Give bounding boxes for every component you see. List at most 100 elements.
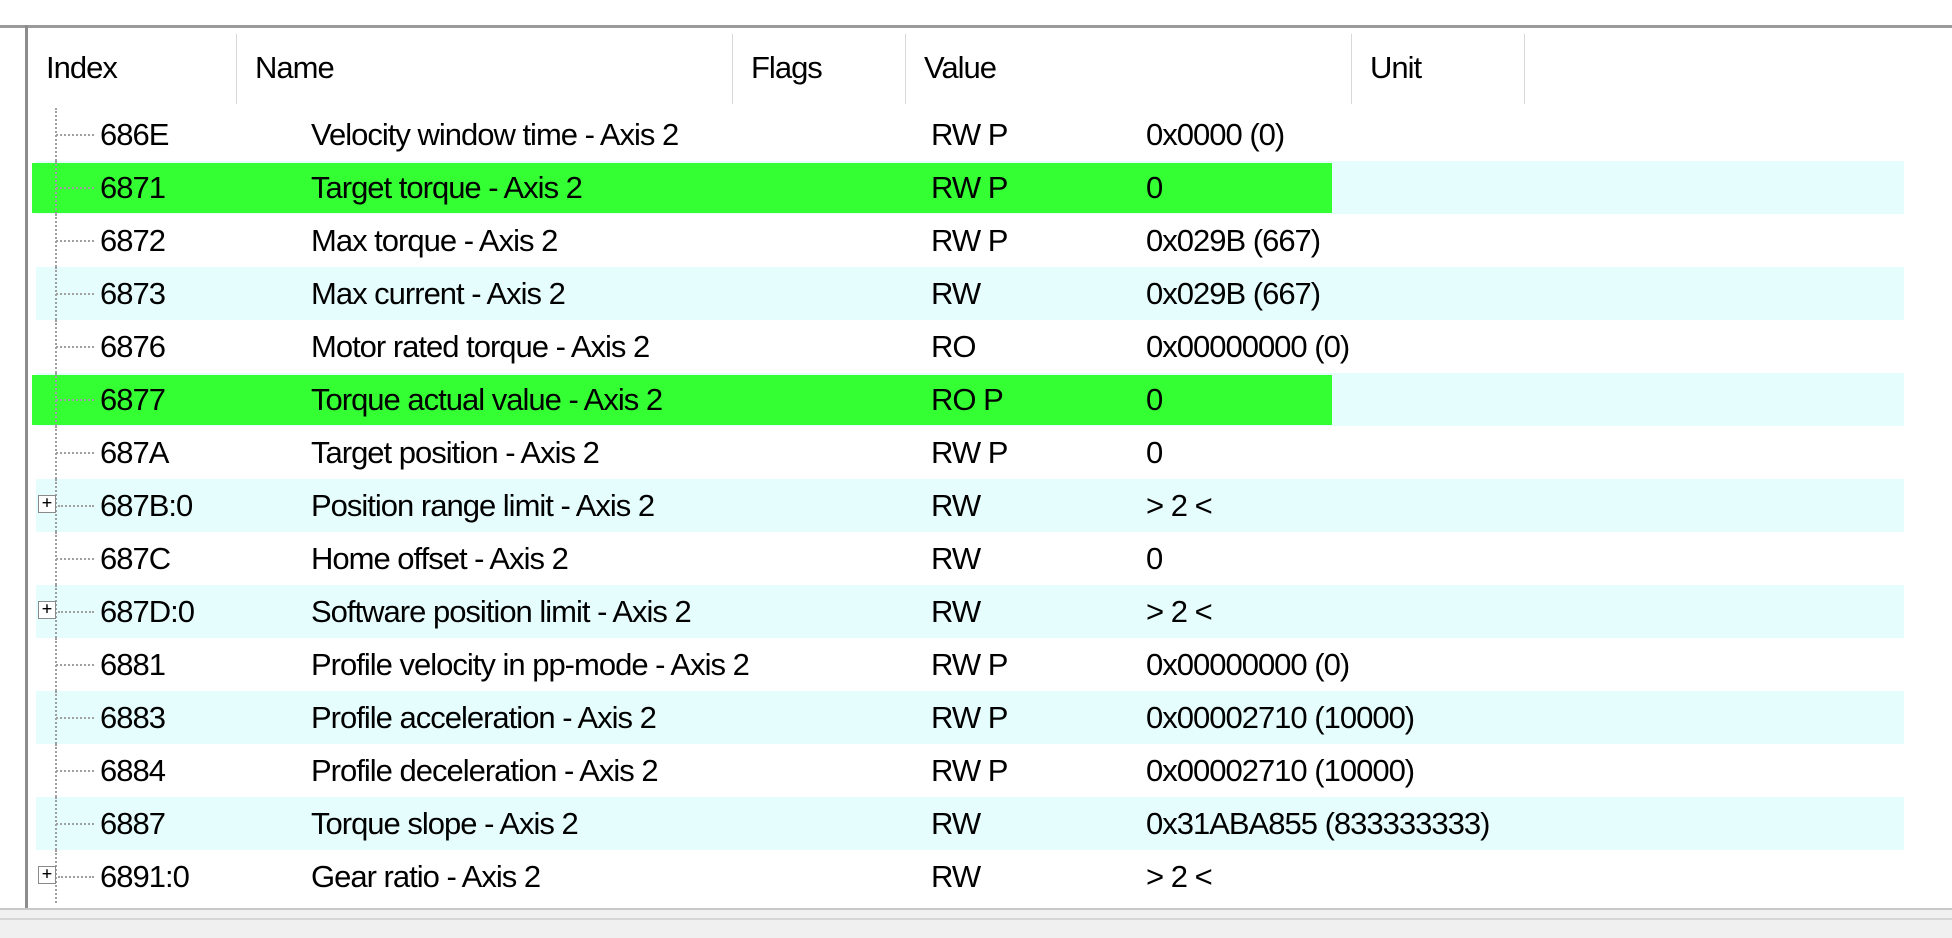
cell-name: Max torque - Axis 2 xyxy=(311,223,558,258)
list-rows: 686E Velocity window time - Axis 2 RW P 0x0… xyxy=(28,108,1952,903)
cell-index: 6877 xyxy=(100,382,166,417)
expand-icon[interactable]: + xyxy=(38,866,56,884)
cell-name: Gear ratio - Axis 2 xyxy=(311,859,541,894)
cell-flags: RW P xyxy=(931,117,1008,152)
column-header-value[interactable]: Value xyxy=(906,28,1351,108)
object-dictionary-list[interactable]: Index Name Flags Value Unit 686E Velocity… xyxy=(28,28,1952,908)
cell-flags: RW P xyxy=(931,170,1008,205)
table-row[interactable]: 6876 Motor rated torque - Axis 2 RO 0x00000… xyxy=(28,320,1952,373)
cell-value: > 2 < xyxy=(1146,859,1213,894)
table-row[interactable]: 687A Target position - Axis 2 RW P 0 xyxy=(28,426,1952,479)
tree-connector xyxy=(56,664,94,666)
table-row[interactable]: +687B:0 Position range limit - Axis 2 RW > … xyxy=(28,479,1952,532)
table-row[interactable]: 6881 Profile velocity in pp-mode - Axis 2… xyxy=(28,638,1952,691)
tree-connector xyxy=(56,823,94,825)
table-row[interactable]: 6873 Max current - Axis 2 RW 0x029B (667) xyxy=(28,267,1952,320)
cell-index: 6873 xyxy=(100,276,166,311)
cell-flags: RW P xyxy=(931,647,1008,682)
cell-value: 0x31ABA855 (833333333) xyxy=(1146,806,1490,841)
table-row[interactable]: 6871 Target torque - Axis 2 RW P 0 xyxy=(28,161,1952,214)
cell-index: 687B:0 xyxy=(100,488,193,523)
cell-name: Max current - Axis 2 xyxy=(311,276,566,311)
cell-index: 6883 xyxy=(100,700,166,735)
cell-index: 6891:0 xyxy=(100,859,190,894)
tree-connector xyxy=(58,876,94,878)
cell-flags: RW P xyxy=(931,223,1008,258)
cell-flags: RW xyxy=(931,594,981,629)
cell-index: 6887 xyxy=(100,806,166,841)
cell-flags: RO P xyxy=(931,382,1004,417)
cell-name: Home offset - Axis 2 xyxy=(311,541,569,576)
cell-flags: RW P xyxy=(931,700,1008,735)
cell-name: Software position limit - Axis 2 xyxy=(311,594,692,629)
expand-icon[interactable]: + xyxy=(38,601,56,619)
column-header-unit[interactable]: Unit xyxy=(1352,28,1524,108)
cell-index: 687D:0 xyxy=(100,594,195,629)
cell-value: 0x00000000 (0) xyxy=(1146,647,1350,682)
horizontal-scroll-area[interactable] xyxy=(0,908,1952,938)
tree-connector xyxy=(56,293,94,295)
tree-connector xyxy=(56,717,94,719)
table-row[interactable]: 6872 Max torque - Axis 2 RW P 0x029B (667) xyxy=(28,214,1952,267)
tree-connector xyxy=(56,346,94,348)
cell-value: 0x00002710 (10000) xyxy=(1146,700,1415,735)
cell-value: 0 xyxy=(1146,435,1163,470)
cell-value: 0x029B (667) xyxy=(1146,276,1321,311)
cell-value: 0x00000000 (0) xyxy=(1146,329,1350,364)
cell-value: 0x00002710 (10000) xyxy=(1146,753,1415,788)
cell-value: 0 xyxy=(1146,170,1163,205)
cell-index: 686E xyxy=(100,117,169,152)
cell-name: Profile deceleration - Axis 2 xyxy=(311,753,659,788)
column-header-name[interactable]: Name xyxy=(237,28,732,108)
table-row[interactable]: +6891:0 Gear ratio - Axis 2 RW > 2 < xyxy=(28,850,1952,903)
table-row[interactable]: +687D:0 Software position limit - Axis 2 R… xyxy=(28,585,1952,638)
row-highlight xyxy=(32,375,1332,425)
scroll-track xyxy=(0,918,1952,920)
tree-connector xyxy=(56,558,94,560)
cell-flags: RW P xyxy=(931,435,1008,470)
cell-index: 6871 xyxy=(100,170,166,205)
tree-connector xyxy=(56,187,94,189)
cell-name: Torque slope - Axis 2 xyxy=(311,806,579,841)
table-row[interactable]: 6884 Profile deceleration - Axis 2 RW P 0x0… xyxy=(28,744,1952,797)
cell-index: 687A xyxy=(100,435,169,470)
tree-connector xyxy=(56,770,94,772)
cell-name: Motor rated torque - Axis 2 xyxy=(311,329,650,364)
cell-flags: RW xyxy=(931,541,981,576)
table-row[interactable]: 686E Velocity window time - Axis 2 RW P 0x0… xyxy=(28,108,1952,161)
table-row[interactable]: 687C Home offset - Axis 2 RW 0 xyxy=(28,532,1952,585)
column-header-flags[interactable]: Flags xyxy=(733,28,905,108)
cell-name: Position range limit - Axis 2 xyxy=(311,488,655,523)
table-row[interactable]: 6877 Torque actual value - Axis 2 RO P 0 xyxy=(28,373,1952,426)
cell-value: 0 xyxy=(1146,541,1163,576)
table-row[interactable]: 6883 Profile acceleration - Axis 2 RW P 0x0… xyxy=(28,691,1952,744)
expand-icon[interactable]: + xyxy=(38,495,56,513)
cell-index: 6884 xyxy=(100,753,166,788)
cell-value: 0 xyxy=(1146,382,1163,417)
cell-value: 0x0000 (0) xyxy=(1146,117,1285,152)
cell-index: 6881 xyxy=(100,647,166,682)
list-header: Index Name Flags Value Unit xyxy=(28,28,1952,108)
cell-flags: RW xyxy=(931,859,981,894)
table-row[interactable]: 6887 Torque slope - Axis 2 RW 0x31ABA855 (8… xyxy=(28,797,1952,850)
tree-connector xyxy=(56,399,94,401)
cell-index: 6876 xyxy=(100,329,166,364)
tree-connector xyxy=(56,452,94,454)
cell-value: > 2 < xyxy=(1146,488,1213,523)
tree-connector xyxy=(56,134,94,136)
cell-value: 0x029B (667) xyxy=(1146,223,1321,258)
cell-flags: RW xyxy=(931,488,981,523)
cell-name: Torque actual value - Axis 2 xyxy=(311,382,663,417)
column-divider[interactable] xyxy=(1524,34,1525,104)
row-highlight xyxy=(32,163,1332,213)
cell-name: Target torque - Axis 2 xyxy=(311,170,583,205)
tree-connector xyxy=(58,611,94,613)
column-header-index[interactable]: Index xyxy=(28,28,236,108)
cell-flags: RW P xyxy=(931,753,1008,788)
cell-name: Target position - Axis 2 xyxy=(311,435,600,470)
cell-index: 6872 xyxy=(100,223,166,258)
cell-flags: RO xyxy=(931,329,976,364)
cell-name: Velocity window time - Axis 2 xyxy=(311,117,679,152)
cell-flags: RW xyxy=(931,276,981,311)
cell-index: 687C xyxy=(100,541,171,576)
